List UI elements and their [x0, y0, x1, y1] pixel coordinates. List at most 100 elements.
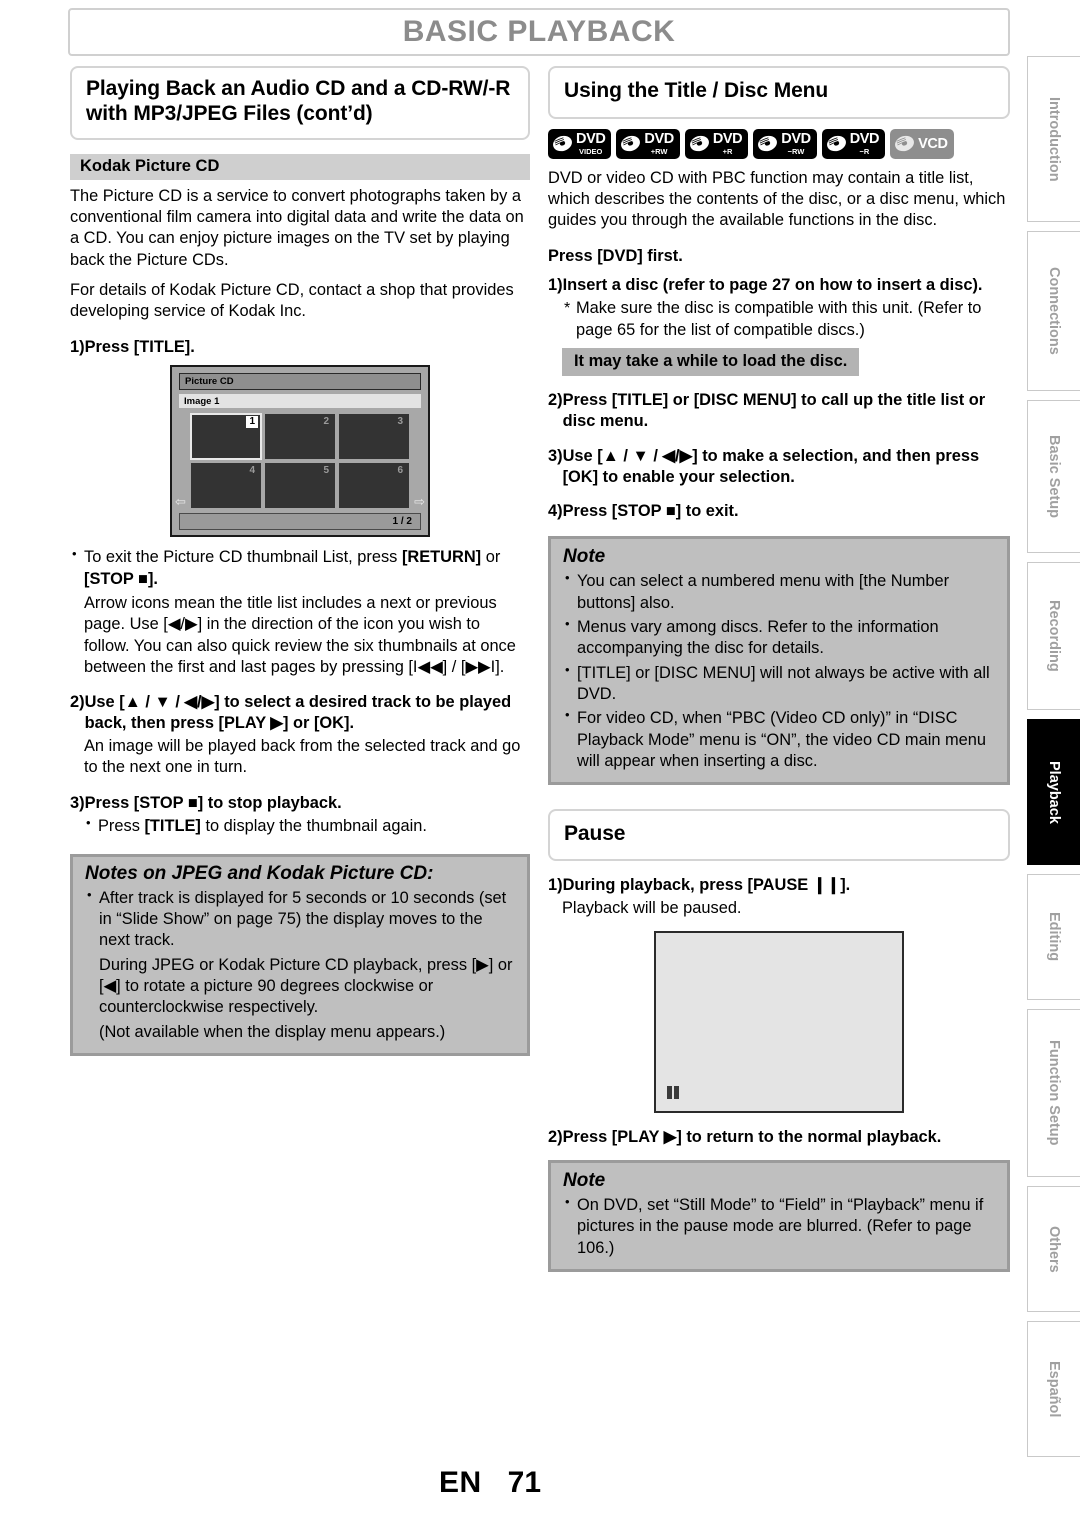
- exit-text-a: To exit the Picture CD thumbnail List, p…: [84, 548, 402, 567]
- right-step-1-number: 1): [548, 275, 563, 294]
- pause-step-1-text: During playback, press [PAUSE ❙❙].: [562, 875, 851, 894]
- thumbnail-item[interactable]: 4: [191, 463, 261, 509]
- section-heading-box-audio-cd: Playing Back an Audio CD and a CD-RW/-R …: [70, 66, 530, 140]
- kodak-paragraph-2: For details of Kodak Picture CD, contact…: [70, 280, 514, 321]
- tab-introduction[interactable]: Introduction: [1027, 56, 1080, 222]
- picture-cd-screen-title: Picture CD: [179, 373, 421, 391]
- disc-logo-label: DVD VIDEO: [576, 132, 606, 156]
- list-item: For video CD, when “PBC (Video CD only)”…: [563, 707, 995, 772]
- disc-logo-label: DVD −RW: [781, 132, 811, 156]
- right-step-2-text: Press [TITLE] or [DISC MENU] to call up …: [562, 391, 986, 430]
- note2-list: On DVD, set “Still Mode” to “Field” in “…: [563, 1194, 995, 1259]
- tab-label: Español: [1046, 1360, 1062, 1418]
- thumbnail-item[interactable]: 1: [190, 413, 262, 461]
- disc-logo-label: VCD: [918, 137, 948, 152]
- disc-icon: [895, 136, 915, 152]
- section-heading-audio-cd: Playing Back an Audio CD and a CD-RW/-R …: [86, 77, 511, 125]
- arrow-right-icon[interactable]: ⇨: [414, 495, 425, 508]
- disc-logo-label: DVD −R: [850, 132, 880, 156]
- thumbnail-item[interactable]: 3: [339, 414, 409, 460]
- thumbnail-number: 3: [397, 416, 403, 428]
- right-step-3: 3) Use [▲ / ▼ / ◀/▶] to make a selection…: [548, 446, 1010, 488]
- right-step-1-text: Insert a disc (refer to page 27 on how t…: [562, 275, 983, 294]
- list-item: (Not available when the display menu app…: [99, 1022, 446, 1041]
- press-dvd-first-heading: Press [DVD] first.: [548, 246, 683, 265]
- list-item: [TITLE] or [DISC MENU] will not always b…: [563, 662, 995, 706]
- exit-instructions-list: To exit the Picture CD thumbnail List, p…: [70, 546, 530, 678]
- note-box-pause: Note On DVD, set “Still Mode” to “Field”…: [548, 1159, 1010, 1272]
- right-step-4: 4) Press [STOP ■] to exit.: [548, 501, 1010, 522]
- disc-logo-small: VIDEO: [579, 146, 603, 156]
- list-item: You can select a numbered menu with [the…: [563, 570, 995, 614]
- pause-step-2-text: Press [PLAY ▶] to return to the normal p…: [562, 1128, 942, 1147]
- thumbnail-item[interactable]: 2: [265, 414, 335, 460]
- thumbnail-number: 2: [323, 416, 329, 428]
- right-step-2: 2) Press [TITLE] or [DISC MENU] to call …: [548, 390, 1010, 432]
- page-footer: EN 71: [0, 1466, 1080, 1500]
- tab-recording[interactable]: Recording: [1027, 562, 1080, 710]
- tab-connections[interactable]: Connections: [1027, 231, 1080, 391]
- notes-jpeg-kodak-list: After track is displayed for 5 seconds o…: [85, 887, 515, 1043]
- disc-icon: [621, 136, 641, 152]
- disc-logo-big: DVD: [644, 131, 674, 148]
- pause-step-1: 1) During playback, press [PAUSE ❙❙].: [548, 875, 1010, 896]
- tab-espanol[interactable]: Español: [1027, 1321, 1080, 1457]
- tab-label: Basic Setup: [1046, 435, 1062, 518]
- tab-function-setup[interactable]: Function Setup: [1027, 1009, 1080, 1177]
- step-3-text: Press [STOP ■] to stop playback.: [84, 793, 342, 812]
- disc-icon: [758, 136, 778, 152]
- thumbnail-number: 1: [246, 416, 258, 428]
- pause-step-1-subtext: Playback will be paused.: [562, 898, 742, 917]
- thumbnail-grid: 1 2 3 4 5 6: [179, 413, 421, 509]
- list-item: After track is displayed for 5 seconds o…: [85, 887, 515, 952]
- thumbnail-item[interactable]: 5: [265, 463, 335, 509]
- tab-editing[interactable]: Editing: [1027, 874, 1080, 1000]
- disc-logo-small: −R: [859, 146, 870, 156]
- disc-logo-dvd-minus-r: DVD −R: [821, 128, 886, 159]
- tab-basic-setup[interactable]: Basic Setup: [1027, 400, 1080, 553]
- disc-logo-label: DVD +R: [713, 132, 743, 155]
- note2-title: Note: [563, 1169, 606, 1191]
- arrow-left-icon[interactable]: ⇦: [175, 495, 186, 508]
- list-item: To exit the Picture CD thumbnail List, p…: [70, 546, 530, 590]
- disc-logo-dvd-video: DVD VIDEO: [548, 128, 612, 159]
- exit-key-stop: [STOP ■].: [84, 569, 158, 588]
- step-2-number: 2): [70, 693, 85, 712]
- step-2-text: Use [▲ / ▼ / ◀/▶] to select a desired tr…: [84, 693, 512, 733]
- right-step-4-number: 4): [548, 502, 563, 521]
- right-step-4-text: Press [STOP ■] to exit.: [562, 502, 739, 521]
- pause-step-1-number: 1): [548, 875, 563, 894]
- note-title: Note: [563, 546, 606, 568]
- thumbnail-number: 4: [249, 465, 255, 477]
- disc-logo-dvd-plus-r: DVD +R: [684, 128, 749, 159]
- step-2-select-track: 2) Use [▲ / ▼ / ◀/▶] to select a desired…: [70, 692, 530, 734]
- disc-logo-small: −RW: [787, 146, 805, 156]
- picture-cd-screen-wrapper: Picture CD Image 1 1 2 3 4 5 6 ⇦ ⇨ 1 / 2: [70, 365, 530, 538]
- step-3-stop-playback: 3) Press [STOP ■] to stop playback.: [70, 793, 530, 814]
- page-indicator: 1 / 2: [179, 513, 421, 531]
- exit-key-return: [RETURN]: [401, 548, 482, 567]
- step3-text-c: to display the thumbnail again.: [200, 817, 427, 836]
- list-item: Menus vary among discs. Refer to the inf…: [563, 616, 995, 660]
- pause-step-2: 2) Press [PLAY ▶] to return to the norma…: [548, 1127, 1010, 1148]
- list-item: Arrow icons mean the title list includes…: [84, 593, 516, 676]
- tab-others[interactable]: Others: [1027, 1186, 1080, 1312]
- subheading-kodak-picture-cd: Kodak Picture CD: [70, 153, 530, 180]
- disc-logo-dvd-minus-rw: DVD −RW: [753, 128, 817, 159]
- disc-logo-vcd: VCD: [890, 128, 954, 159]
- disc-icon: [553, 136, 572, 152]
- tab-label: Recording: [1046, 600, 1062, 672]
- section-heading-title-disc-menu: Using the Title / Disc Menu: [564, 79, 829, 102]
- footer-page-number: 71: [507, 1466, 542, 1499]
- list-item: Make sure the disc is compatible with th…: [562, 298, 1010, 341]
- right-column: Using the Title / Disc Menu DVD VIDEO DVD…: [548, 66, 1010, 1272]
- tab-label: Function Setup: [1046, 1040, 1062, 1146]
- disc-icon: [826, 136, 846, 152]
- thumbnail-item[interactable]: 6: [339, 463, 409, 509]
- pause-screen-wrapper: [548, 931, 1010, 1114]
- notes-jpeg-kodak-box: Notes on JPEG and Kodak Picture CD: Afte…: [70, 853, 530, 1057]
- right-step-1-notes: Make sure the disc is compatible with th…: [548, 298, 1010, 341]
- chapter-header: BASIC PLAYBACK: [68, 8, 1010, 56]
- tab-playback[interactable]: Playback: [1027, 719, 1080, 865]
- step-1-number: 1): [70, 337, 85, 356]
